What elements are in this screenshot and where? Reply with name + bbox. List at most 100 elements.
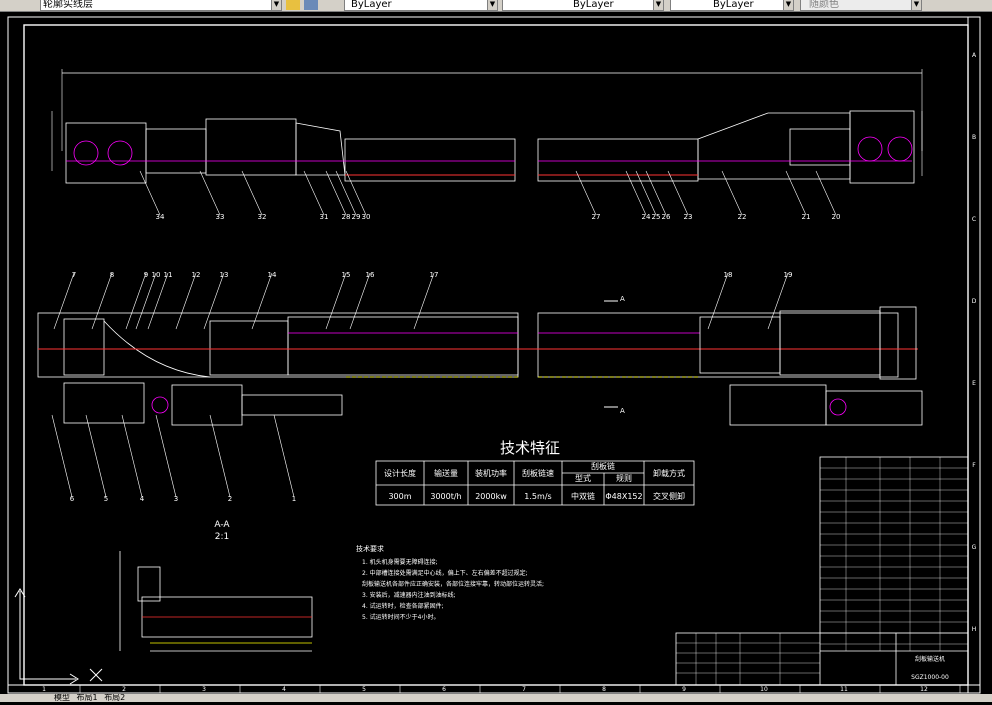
layer-dropdown-value: 轮廓实线层 [43, 0, 93, 10]
border-row-label: H [972, 626, 977, 633]
plotstyle-dropdown[interactable]: 随颜色 ▼ [800, 0, 922, 11]
balloon-label: 20 [832, 213, 841, 221]
tech-requirement-line: 刮板输送机各部件应正确安装，各部位连接牢靠，转动部位运转灵活; [362, 580, 544, 588]
part-balloons-top: 34 33 32 31 28 29 30 27 24 25 26 23 22 21 20 [139, 170, 841, 221]
balloon-label: 11 [164, 271, 173, 279]
spec-header-power: 装机功率 [475, 468, 507, 478]
balloon-label: 18 [724, 271, 733, 279]
tech-requirement-line: 1. 机头机身需要无障碍连接; [362, 558, 438, 566]
balloon-label: 24 [642, 213, 651, 221]
balloon-label: 30 [362, 213, 371, 221]
spec-value-speed: 1.5m/s [524, 492, 551, 501]
tech-requirements: 1. 机头机身需要无障碍连接; 2. 中部槽连接处需满足中心线，偏上下、左右偏差不… [362, 558, 544, 621]
layout-tabs-bar: 模型 布局1 布局2 [0, 694, 992, 702]
border-row-label: G [972, 544, 977, 551]
border-column-label: 10 [760, 686, 768, 693]
balloon-label: 16 [366, 271, 375, 279]
linetype-dropdown-value: ByLayer [573, 0, 614, 10]
balloon-label: 12 [192, 271, 201, 279]
border-column-label: 12 [920, 686, 928, 693]
balloon-label: 25 [652, 213, 661, 221]
section-scale: 2:1 [215, 532, 229, 542]
part-balloons-mid: 7 8 9 10 11 12 13 14 15 16 17 18 19 [53, 271, 792, 330]
part-balloons-bottom: 6 5 4 3 2 1 [51, 414, 296, 503]
chevron-down-icon[interactable]: ▼ [653, 0, 663, 10]
tab-layout-1[interactable]: 布局1 [77, 694, 98, 702]
border-column-label: 5 [362, 686, 366, 693]
tech-requirement-line: 5. 试运转时间不少于4小时。 [362, 613, 439, 621]
border-column-label: 1 [42, 686, 46, 693]
chevron-down-icon[interactable]: ▼ [911, 0, 921, 10]
color-dropdown[interactable]: ByLayer ▼ [344, 0, 498, 11]
color-dropdown-value: ByLayer [351, 0, 392, 10]
title-block [675, 456, 969, 686]
border-row-label: E [972, 380, 976, 387]
ucs-icon [14, 588, 103, 685]
tech-characteristics-title: 技术特征 [500, 439, 560, 457]
section-view [119, 551, 313, 652]
border-column-label: 2 [122, 686, 126, 693]
spec-value-chain-spec: Φ48X152 [605, 492, 642, 501]
balloon-label: 10 [152, 271, 161, 279]
spec-header-chain: 刮板链 [591, 461, 615, 471]
balloon-label: 34 [156, 213, 165, 221]
spec-value-capacity: 3000t/h [430, 492, 461, 501]
spec-header-length: 设计长度 [384, 468, 416, 478]
spec-value-length: 300m [388, 492, 411, 501]
balloon-label: 23 [684, 213, 693, 221]
balloon-label: 32 [258, 213, 267, 221]
layer-state-icon[interactable] [286, 0, 300, 10]
border-column-label: 3 [202, 686, 206, 693]
balloon-label: 26 [662, 213, 671, 221]
spec-value-chain-type: 中双链 [571, 491, 595, 501]
lineweight-dropdown[interactable]: ByLayer ▼ [670, 0, 794, 11]
border-column-label: 8 [602, 686, 606, 693]
balloon-label: 5 [104, 495, 108, 503]
balloon-label: 4 [140, 495, 145, 503]
balloon-label: 7 [72, 271, 76, 279]
balloon-label: 21 [802, 213, 811, 221]
balloon-label: 33 [216, 213, 225, 221]
section-title: A-A [214, 520, 230, 530]
balloon-label: 17 [430, 271, 439, 279]
chevron-down-icon[interactable]: ▼ [783, 0, 793, 10]
balloon-label: 9 [144, 271, 148, 279]
section-mark-top: A [620, 295, 625, 303]
balloon-label: 13 [220, 271, 229, 279]
drawing-canvas[interactable]: 1 2 3 4 5 6 7 8 9 10 11 12 ABCDEFGH 34 33 32 31 28 29 30 2… [0, 11, 992, 705]
balloon-label: 14 [268, 271, 277, 279]
border-column-label: 9 [682, 686, 686, 693]
chevron-down-icon[interactable]: ▼ [487, 0, 497, 10]
tech-requirements-title: 技术要求 [356, 544, 384, 553]
spec-header-unload: 卸载方式 [653, 468, 685, 478]
tab-layout-2[interactable]: 布局2 [104, 694, 125, 702]
border-row-label: B [972, 134, 976, 141]
spec-value-unload: 交叉侧卸 [653, 491, 685, 501]
border-row-label: D [972, 298, 977, 305]
spec-sub-type: 型式 [575, 473, 591, 483]
overall-dimension [51, 69, 923, 176]
balloon-label: 28 [342, 213, 351, 221]
tab-model[interactable]: 模型 [54, 694, 70, 702]
balloon-label: 8 [110, 271, 114, 279]
balloon-label: 22 [738, 213, 747, 221]
border-row-label: F [972, 462, 976, 469]
tech-requirement-line: 4. 试运转时，检查各部紧固件; [362, 602, 444, 610]
chevron-down-icon[interactable]: ▼ [271, 0, 281, 10]
plan-view [37, 306, 923, 426]
layer-dropdown[interactable]: 轮廓实线层 ▼ [40, 0, 282, 11]
balloon-label: 3 [174, 495, 178, 503]
drawing-frame [7, 16, 981, 694]
balloon-label: 6 [70, 495, 75, 503]
border-column-label: 4 [282, 686, 286, 693]
balloon-label: 2 [228, 495, 232, 503]
balloon-label: 15 [342, 271, 351, 279]
tech-requirement-line: 3. 安装后，减速器内注油到油标线; [362, 591, 456, 599]
spec-sub-spec: 规则 [616, 473, 632, 483]
balloon-label: 29 [352, 213, 361, 221]
balloon-label: 27 [592, 213, 601, 221]
spec-value-power: 2000kw [475, 492, 507, 501]
border-column-labels: 1 2 3 4 5 6 7 8 9 10 11 12 [42, 685, 961, 693]
layer-properties-icon[interactable] [304, 0, 318, 10]
linetype-dropdown[interactable]: ByLayer ▼ [502, 0, 664, 11]
